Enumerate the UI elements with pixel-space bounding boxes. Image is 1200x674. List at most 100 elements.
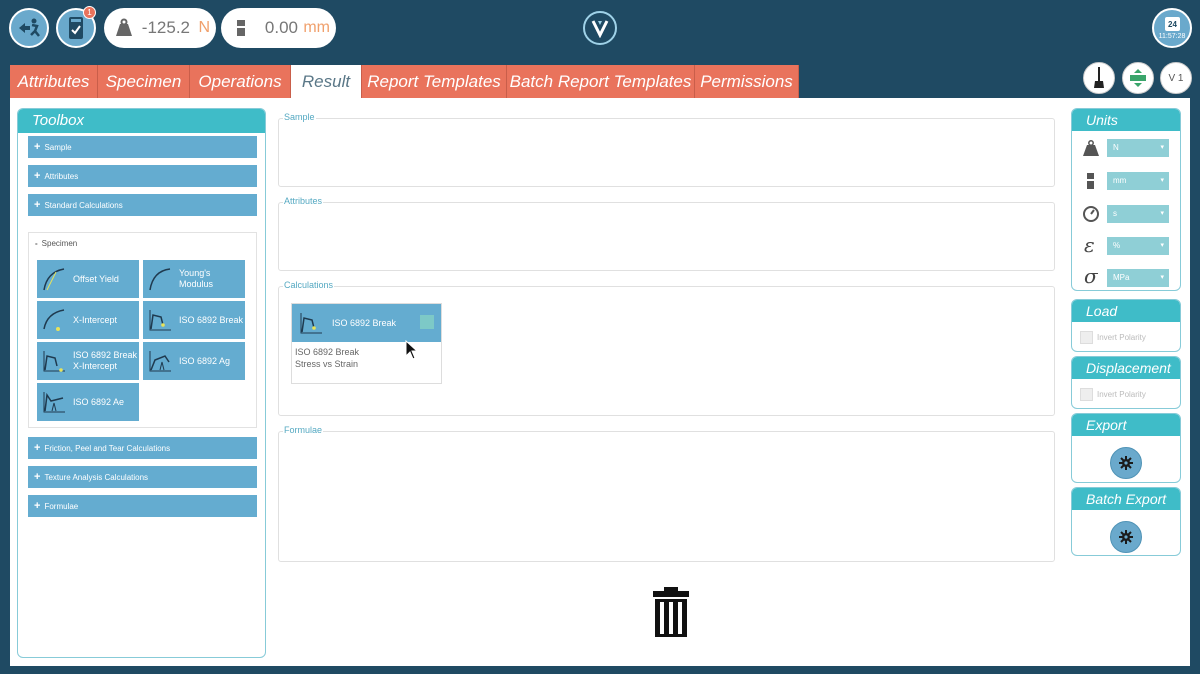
- load-title: Load: [1072, 300, 1180, 322]
- trash-drop-zone[interactable]: [643, 586, 699, 645]
- calc-card-title: ISO 6892 Break: [332, 318, 397, 328]
- weight-icon: [116, 18, 132, 36]
- displacement-icon: [237, 20, 245, 36]
- calc-card-header[interactable]: ISO 6892 Break: [292, 304, 441, 342]
- sample-section: Sample: [278, 112, 1055, 187]
- export-title: Export: [1072, 414, 1180, 436]
- time-unit-row: s ▾: [1082, 205, 1172, 225]
- displacement-unit-row: mm ▾: [1082, 172, 1172, 192]
- gear-icon: [1119, 456, 1133, 470]
- tab-specimen[interactable]: Specimen: [98, 65, 190, 98]
- version-button[interactable]: V 1: [1160, 62, 1192, 94]
- calculations-label: Calculations: [283, 280, 335, 290]
- expand-vertical-icon: [1130, 69, 1146, 87]
- iso-6892-ag-icon: [149, 351, 171, 372]
- calc-card-select-box[interactable]: [420, 315, 434, 329]
- plus-icon: +: [34, 471, 41, 483]
- chevron-down-icon: ▾: [1160, 242, 1164, 249]
- offset-yield-icon: [43, 268, 65, 291]
- section-specimen[interactable]: - Specimen: [35, 239, 77, 248]
- plus-icon: +: [34, 500, 41, 512]
- force-value: -125.2: [141, 18, 190, 37]
- tile-iso-6892-break-x-intercept[interactable]: ISO 6892 Break X-Intercept: [37, 342, 139, 380]
- plus-icon: +: [34, 141, 41, 153]
- export-settings-button[interactable]: [1110, 447, 1142, 479]
- displacement-icon: [1087, 173, 1094, 189]
- section-formulae[interactable]: + Formulae: [28, 495, 257, 517]
- calculations-section: Calculations ISO 6892 Break ISO 6892 Bre…: [278, 280, 1055, 416]
- device-button[interactable]: 1: [56, 6, 96, 48]
- calc-card-iso-6892-break[interactable]: ISO 6892 Break ISO 6892 Break Stress vs …: [291, 303, 442, 384]
- calendar-icon: 24: [1165, 17, 1180, 31]
- specimen-section: - Specimen Offset Yield Young's Modulus X…: [28, 232, 257, 428]
- section-standard-calculations[interactable]: + Standard Calculations: [28, 194, 257, 216]
- v-logo-icon: [591, 20, 609, 38]
- tile-iso-6892-break[interactable]: ISO 6892 Break: [143, 301, 245, 339]
- load-invert-polarity[interactable]: Invert Polarity: [1080, 331, 1146, 344]
- strain-unit-select[interactable]: % ▾: [1107, 237, 1169, 255]
- displacement-invert-polarity[interactable]: Invert Polarity: [1080, 388, 1146, 401]
- tab-operations[interactable]: Operations: [190, 65, 291, 98]
- batch-export-title: Batch Export: [1072, 488, 1180, 510]
- clear-button[interactable]: [1083, 62, 1115, 94]
- trash-icon: [653, 587, 689, 637]
- x-intercept-icon: [43, 309, 65, 331]
- tab-result[interactable]: Result: [291, 65, 362, 98]
- iso-6892-ae-icon: [43, 392, 65, 413]
- tab-report-templates[interactable]: Report Templates: [362, 65, 507, 98]
- force-unit: N: [198, 19, 210, 36]
- chevron-down-icon: ▾: [1160, 144, 1164, 151]
- iso-6892-break-x-intercept-icon: [43, 351, 65, 372]
- section-sample[interactable]: + Sample: [28, 136, 257, 158]
- strain-unit-row: ε % ▾: [1082, 233, 1172, 257]
- attributes-section: Attributes: [278, 196, 1055, 271]
- top-bar: 1 -125.2 N 0.00 mm 24 11:57:28: [0, 0, 1200, 56]
- iso-6892-break-icon: [300, 313, 322, 334]
- force-unit-row: N ▾: [1082, 139, 1172, 159]
- tile-x-intercept[interactable]: X-Intercept: [37, 301, 139, 339]
- sample-label: Sample: [283, 112, 316, 122]
- units-panel: Units N ▾ mm ▾ s ▾ ε % ▾ σ MPa ▾: [1071, 108, 1181, 291]
- displacement-unit-select[interactable]: mm ▾: [1107, 172, 1169, 190]
- load-invert-checkbox[interactable]: [1080, 331, 1093, 344]
- tab-attributes[interactable]: Attributes: [10, 65, 98, 98]
- tab-row: Attributes Specimen Operations Result Re…: [0, 56, 1200, 98]
- stress-unit-row: σ MPa ▾: [1082, 264, 1172, 289]
- chevron-down-icon: ▾: [1160, 177, 1164, 184]
- tab-permissions[interactable]: Permissions: [695, 65, 799, 98]
- tab-batch-report-templates[interactable]: Batch Report Templates: [507, 65, 695, 98]
- load-panel: Load Invert Polarity: [1071, 299, 1181, 352]
- resize-button[interactable]: [1122, 62, 1154, 94]
- tile-iso-6892-ag[interactable]: ISO 6892 Ag: [143, 342, 245, 380]
- displacement-invert-checkbox[interactable]: [1080, 388, 1093, 401]
- minus-icon: -: [35, 239, 38, 248]
- force-unit-select[interactable]: N ▾: [1107, 139, 1169, 157]
- displacement-panel: Displacement Invert Polarity: [1071, 356, 1181, 409]
- plus-icon: +: [34, 170, 41, 182]
- tile-youngs-modulus[interactable]: Young's Modulus: [143, 260, 245, 298]
- exit-run-icon: [19, 18, 40, 37]
- clock-time: 11:57:28: [1158, 33, 1186, 40]
- plus-icon: +: [34, 442, 41, 454]
- formulae-section: Formulae: [278, 425, 1055, 562]
- batch-export-panel: Batch Export: [1071, 487, 1181, 556]
- device-check-icon: [69, 17, 83, 39]
- section-attributes[interactable]: + Attributes: [28, 165, 257, 187]
- tile-offset-yield[interactable]: Offset Yield: [37, 260, 139, 298]
- units-title: Units: [1072, 109, 1180, 131]
- attributes-label: Attributes: [283, 196, 324, 206]
- section-friction-peel-tear[interactable]: + Friction, Peel and Tear Calculations: [28, 437, 257, 459]
- notification-badge: 1: [83, 6, 96, 19]
- iso-6892-break-icon: [149, 310, 171, 331]
- broom-icon: [1094, 67, 1104, 88]
- exit-button[interactable]: [9, 8, 49, 48]
- clock-button[interactable]: 24 11:57:28: [1152, 8, 1192, 48]
- content-area: Toolbox + Sample + Attributes + Standard Ca…: [10, 98, 1190, 666]
- tile-iso-6892-ae[interactable]: ISO 6892 Ae: [37, 383, 139, 421]
- displacement-title: Displacement: [1072, 357, 1180, 379]
- section-texture-analysis[interactable]: + Texture Analysis Calculations: [28, 466, 257, 488]
- batch-export-settings-button[interactable]: [1110, 521, 1142, 553]
- time-unit-select[interactable]: s ▾: [1107, 205, 1169, 223]
- stress-unit-select[interactable]: MPa ▾: [1107, 269, 1169, 287]
- weight-icon: [1083, 140, 1099, 156]
